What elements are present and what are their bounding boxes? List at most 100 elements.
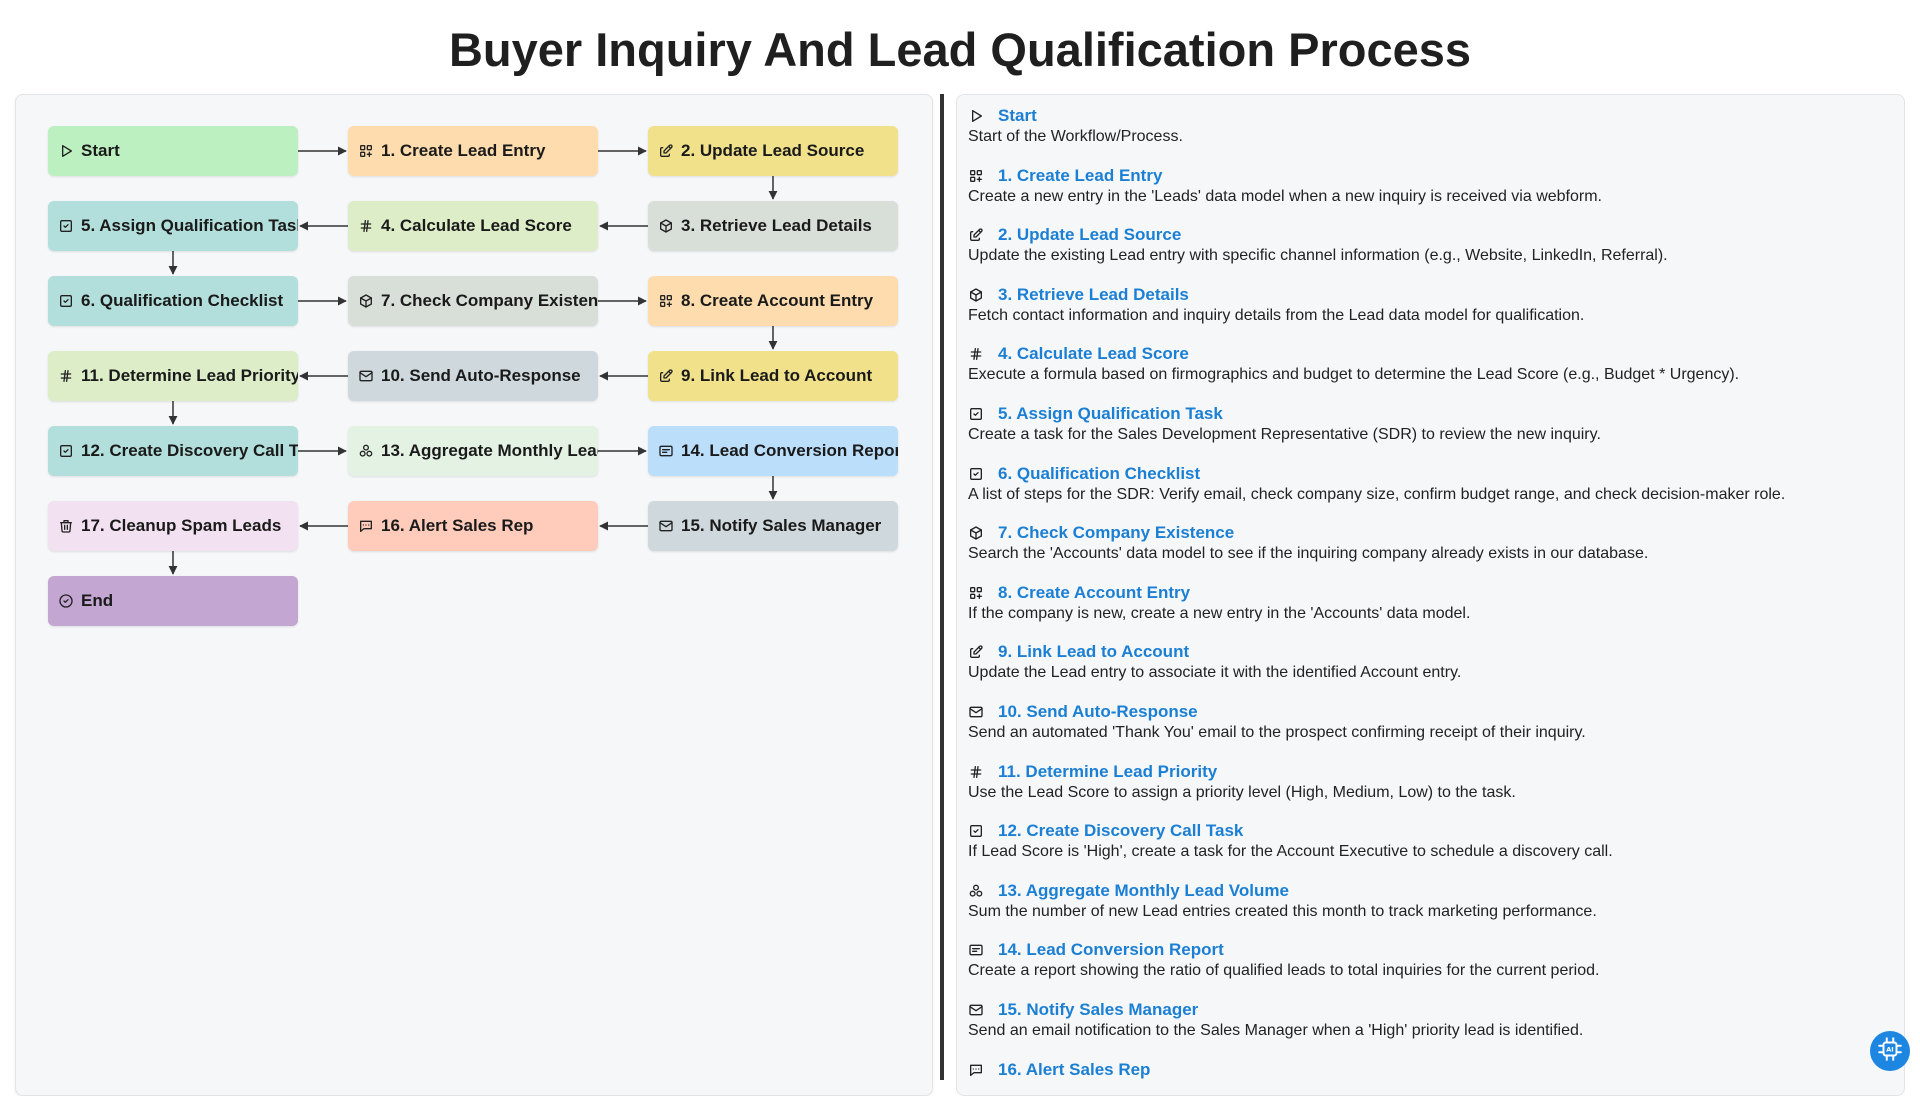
flow-node-1[interactable]: 1. Create Lead Entry — [348, 126, 598, 176]
edit-icon — [968, 227, 984, 243]
cluster-icon — [968, 883, 984, 899]
flow-node-11[interactable]: 11. Determine Lead Priority — [48, 351, 298, 401]
step-description: Start of the Workflow/Process. — [968, 128, 1183, 145]
flow-node-5[interactable]: 5. Assign Qualification Task — [48, 201, 298, 251]
flow-node-label: 7. Check Company Existence — [381, 291, 598, 310]
cluster-icon — [358, 443, 374, 459]
step-description: Search the 'Accounts' data model to see … — [968, 545, 1649, 563]
flow-node-label: 2. Update Lead Source — [681, 141, 865, 160]
flow-node-6[interactable]: 6. Qualification Checklist — [48, 276, 298, 326]
chat-icon — [968, 1062, 984, 1078]
assistant-chip-button[interactable]: AI — [1870, 1031, 1910, 1071]
step-description: If the company is new, create a new entr… — [968, 604, 1471, 622]
step-title-link[interactable]: Start — [998, 106, 1037, 126]
flow-node-10[interactable]: 10. Send Auto-Response — [348, 351, 598, 401]
flow-node-18[interactable]: End — [48, 576, 298, 626]
step-header: 4. Calculate Lead Score — [968, 344, 1888, 364]
cube-icon — [658, 218, 674, 234]
step-item: 6. Qualification Checklist A list of step… — [968, 464, 1888, 505]
edit-icon — [968, 644, 984, 660]
flow-node-0[interactable]: Start — [48, 126, 298, 176]
step-item: 12. Create Discovery Call Task If Lead Sc… — [968, 821, 1888, 862]
edit-icon — [658, 368, 674, 384]
step-header: 14. Lead Conversion Report — [968, 940, 1888, 960]
flow-node-8[interactable]: 8. Create Account Entry — [648, 276, 898, 326]
flow-node-7[interactable]: 7. Check Company Existence — [348, 276, 598, 326]
mail-icon — [358, 368, 374, 384]
flow-node-3[interactable]: 3. Retrieve Lead Details — [648, 201, 898, 251]
step-header: 15. Notify Sales Manager — [968, 1000, 1888, 1020]
mail-icon — [968, 704, 984, 720]
flow-node-label: 10. Send Auto-Response — [381, 366, 581, 385]
step-title-link[interactable]: 4. Calculate Lead Score — [998, 344, 1189, 364]
step-description: Update the existing Lead entry with spec… — [968, 247, 1668, 265]
step-title-link[interactable]: 1. Create Lead Entry — [998, 166, 1162, 186]
panel-divider[interactable] — [940, 94, 944, 1080]
flow-node-4[interactable]: 4. Calculate Lead Score — [348, 201, 598, 251]
check-circle-icon — [58, 593, 74, 609]
step-title-link[interactable]: 10. Send Auto-Response — [998, 702, 1198, 722]
chip-icon: AI — [1877, 1036, 1903, 1067]
step-description: If Lead Score is 'High', create a task f… — [968, 843, 1613, 861]
step-item: 13. Aggregate Monthly Lead Volume Sum the… — [968, 881, 1888, 922]
step-description: Create a report showing the ratio of qua… — [968, 962, 1600, 980]
step-title-link[interactable]: 15. Notify Sales Manager — [998, 1000, 1198, 1020]
step-header: 13. Aggregate Monthly Lead Volume — [968, 881, 1888, 901]
edit-icon — [658, 143, 674, 159]
checkbox-icon — [968, 466, 984, 482]
flow-node-15[interactable]: 15. Notify Sales Manager — [648, 501, 898, 551]
hash-icon — [358, 218, 374, 234]
step-item: 14. Lead Conversion Report Create a repor… — [968, 940, 1888, 981]
step-title-link[interactable]: 2. Update Lead Source — [998, 225, 1181, 245]
step-header: 16. Alert Sales Rep — [968, 1060, 1888, 1080]
report-icon — [968, 942, 984, 958]
flow-node-9[interactable]: 9. Link Lead to Account — [648, 351, 898, 401]
step-title-link[interactable]: 6. Qualification Checklist — [998, 464, 1200, 484]
grid-plus-icon — [658, 293, 674, 309]
step-title-link[interactable]: 7. Check Company Existence — [998, 523, 1234, 543]
step-description: Execute a formula based on firmographics… — [968, 366, 1740, 384]
flow-node-2[interactable]: 2. Update Lead Source — [648, 126, 898, 176]
step-header: 1. Create Lead Entry — [968, 166, 1888, 186]
flow-node-13[interactable]: 13. Aggregate Monthly Lead Volume — [348, 426, 598, 476]
flow-node-17[interactable]: 17. Cleanup Spam Leads — [48, 501, 298, 551]
step-title-link[interactable]: 8. Create Account Entry — [998, 583, 1190, 603]
flow-node-16[interactable]: 16. Alert Sales Rep — [348, 501, 598, 551]
step-title-link[interactable]: 5. Assign Qualification Task — [998, 404, 1223, 424]
step-title-link[interactable]: 11. Determine Lead Priority — [998, 762, 1217, 782]
trash-icon — [58, 518, 74, 534]
cube-icon — [968, 525, 984, 541]
step-title-link[interactable]: 9. Link Lead to Account — [998, 642, 1189, 662]
step-title-link[interactable]: 3. Retrieve Lead Details — [998, 285, 1189, 305]
step-item: 2. Update Lead Source Update the existing… — [968, 225, 1888, 266]
cube-icon — [358, 293, 374, 309]
flow-node-label: 1. Create Lead Entry — [381, 141, 546, 160]
flow-node-label: 16. Alert Sales Rep — [381, 516, 534, 535]
step-header: 3. Retrieve Lead Details — [968, 285, 1888, 305]
hash-icon — [58, 368, 74, 384]
step-item: Start Start of the Workflow/Process. — [968, 106, 1888, 147]
checkbox-icon — [58, 293, 74, 309]
step-header: 6. Qualification Checklist — [968, 464, 1888, 484]
grid-plus-icon — [968, 168, 984, 184]
svg-text:AI: AI — [1886, 1045, 1893, 1053]
step-title-link[interactable]: 16. Alert Sales Rep — [998, 1060, 1150, 1080]
step-item: 7. Check Company Existence Search the 'Ac… — [968, 523, 1888, 564]
hash-icon — [968, 346, 984, 362]
play-icon — [58, 143, 74, 159]
step-title-link[interactable]: 12. Create Discovery Call Task — [998, 821, 1243, 841]
step-description: Use the Lead Score to assign a priority … — [968, 783, 1516, 801]
step-description: Update the Lead entry to associate it wi… — [968, 664, 1462, 682]
step-header: 10. Send Auto-Response — [968, 702, 1888, 722]
step-description: A list of steps for the SDR: Verify emai… — [968, 485, 1786, 503]
flow-node-14[interactable]: 14. Lead Conversion Report — [648, 426, 898, 476]
grid-plus-icon — [358, 143, 374, 159]
step-title-link[interactable]: 14. Lead Conversion Report — [998, 940, 1224, 960]
flow-node-label: 12. Create Discovery Call Task — [81, 441, 298, 460]
flow-node-label: 6. Qualification Checklist — [81, 291, 284, 310]
step-item: 4. Calculate Lead Score Execute a formula… — [968, 344, 1888, 385]
flowchart-panel: Start 1. Create Lead Entry 2. Update Lead … — [15, 94, 933, 1096]
step-title-link[interactable]: 13. Aggregate Monthly Lead Volume — [998, 881, 1289, 901]
flow-node-12[interactable]: 12. Create Discovery Call Task — [48, 426, 298, 476]
play-icon — [968, 108, 984, 124]
